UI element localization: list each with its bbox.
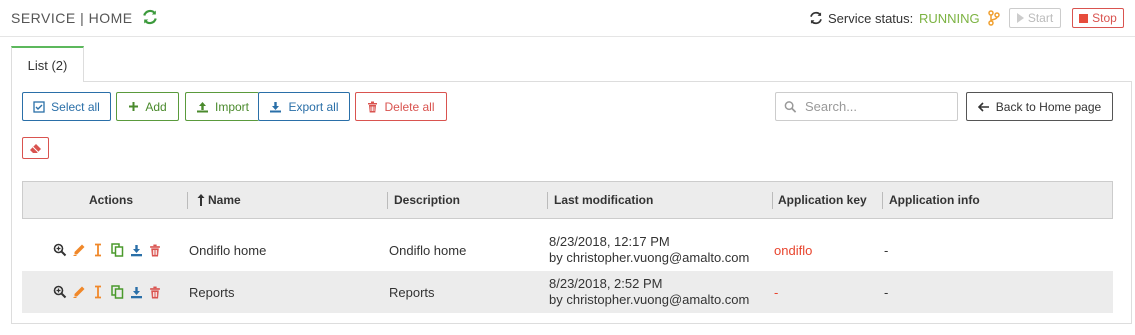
delete-all-button[interactable]: Delete all xyxy=(355,92,447,121)
pencil-icon[interactable] xyxy=(72,285,86,299)
status-refresh-icon[interactable] xyxy=(809,11,823,25)
stop-button[interactable]: Stop xyxy=(1072,8,1124,28)
trash-icon xyxy=(368,101,378,112)
row-modified-by: by christopher.vuong@amalto.com xyxy=(549,292,750,307)
row-modified-date: 8/23/2018, 12:17 PM xyxy=(549,234,670,249)
branch-icon[interactable] xyxy=(988,10,1000,26)
page-title: SERVICE | HOME xyxy=(11,10,133,26)
sort-up-icon xyxy=(197,194,205,206)
add-label: Add xyxy=(145,99,167,114)
row-actions xyxy=(53,243,162,257)
start-button[interactable]: Start xyxy=(1009,8,1061,28)
download-icon xyxy=(270,101,282,112)
export-all-label: Export all xyxy=(288,99,339,114)
tab-list[interactable]: List (2) xyxy=(11,46,84,82)
select-all-button[interactable]: Select all xyxy=(22,92,111,121)
copy-icon[interactable] xyxy=(110,243,124,257)
column-actions: Actions xyxy=(89,193,134,207)
clear-filter-button[interactable] xyxy=(22,137,49,159)
tab-list-label: List (2) xyxy=(27,57,68,73)
row-name: Ondiflo home xyxy=(189,243,267,258)
column-name-label: Name xyxy=(208,193,241,207)
trash-icon[interactable] xyxy=(148,285,162,299)
column-description[interactable]: Description xyxy=(394,182,460,218)
service-status-value: RUNNING xyxy=(919,11,980,26)
add-button[interactable]: Add xyxy=(116,92,179,121)
table-row[interactable]: Ondiflo home Ondiflo home 8/23/2018, 12:… xyxy=(22,229,1113,271)
select-all-label: Select all xyxy=(51,99,100,114)
column-application-info[interactable]: Application info xyxy=(889,182,980,218)
arrow-left-icon xyxy=(977,101,989,112)
plus-icon xyxy=(129,102,139,111)
row-description: Ondiflo home xyxy=(389,243,467,258)
column-last-modification[interactable]: Last modification xyxy=(554,182,653,218)
trash-icon[interactable] xyxy=(148,243,162,257)
search-icon xyxy=(784,100,797,113)
zoom-in-icon[interactable] xyxy=(53,285,67,299)
text-cursor-icon[interactable] xyxy=(91,243,105,257)
back-home-label: Back to Home page xyxy=(995,99,1102,114)
row-name: Reports xyxy=(189,285,235,300)
row-application-key: - xyxy=(774,285,779,300)
check-square-icon xyxy=(33,100,45,113)
import-button[interactable]: Import xyxy=(185,92,259,121)
stop-label: Stop xyxy=(1092,11,1117,25)
play-icon xyxy=(1016,13,1024,23)
delete-all-label: Delete all xyxy=(384,99,435,114)
start-label: Start xyxy=(1027,11,1054,25)
row-last-modification: 8/23/2018, 12:17 PM by christopher.vuong… xyxy=(549,234,749,266)
upload-icon xyxy=(196,101,208,112)
copy-icon[interactable] xyxy=(110,285,124,299)
row-actions xyxy=(53,285,162,299)
page-header: SERVICE | HOME Service status: RUNNING S… xyxy=(0,0,1135,37)
column-application-key[interactable]: Application key xyxy=(778,182,867,218)
stop-icon xyxy=(1079,13,1089,23)
refresh-icon[interactable] xyxy=(142,9,158,25)
search-field[interactable] xyxy=(775,92,958,121)
table-header: Actions Name Description Last modificati… xyxy=(22,181,1113,219)
row-application-key: ondiflo xyxy=(774,243,813,258)
row-modified-date: 8/23/2018, 2:52 PM xyxy=(549,276,663,291)
row-application-info: - xyxy=(884,285,889,300)
zoom-in-icon[interactable] xyxy=(53,243,67,257)
text-cursor-icon[interactable] xyxy=(91,285,105,299)
pencil-icon[interactable] xyxy=(72,243,86,257)
export-all-button[interactable]: Export all xyxy=(258,92,350,121)
download-icon[interactable] xyxy=(129,243,143,257)
column-name[interactable]: Name xyxy=(196,182,241,218)
download-icon[interactable] xyxy=(129,285,143,299)
service-status-label: Service status: xyxy=(828,11,914,26)
row-last-modification: 8/23/2018, 2:52 PM by christopher.vuong@… xyxy=(549,276,749,308)
search-input[interactable] xyxy=(803,98,957,115)
row-application-info: - xyxy=(884,243,889,258)
back-home-button[interactable]: Back to Home page xyxy=(966,92,1113,121)
row-description: Reports xyxy=(389,285,435,300)
table-row[interactable]: Reports Reports 8/23/2018, 2:52 PM by ch… xyxy=(22,271,1113,313)
eraser-icon xyxy=(30,143,41,153)
row-modified-by: by christopher.vuong@amalto.com xyxy=(549,250,750,265)
import-label: Import xyxy=(214,99,249,114)
